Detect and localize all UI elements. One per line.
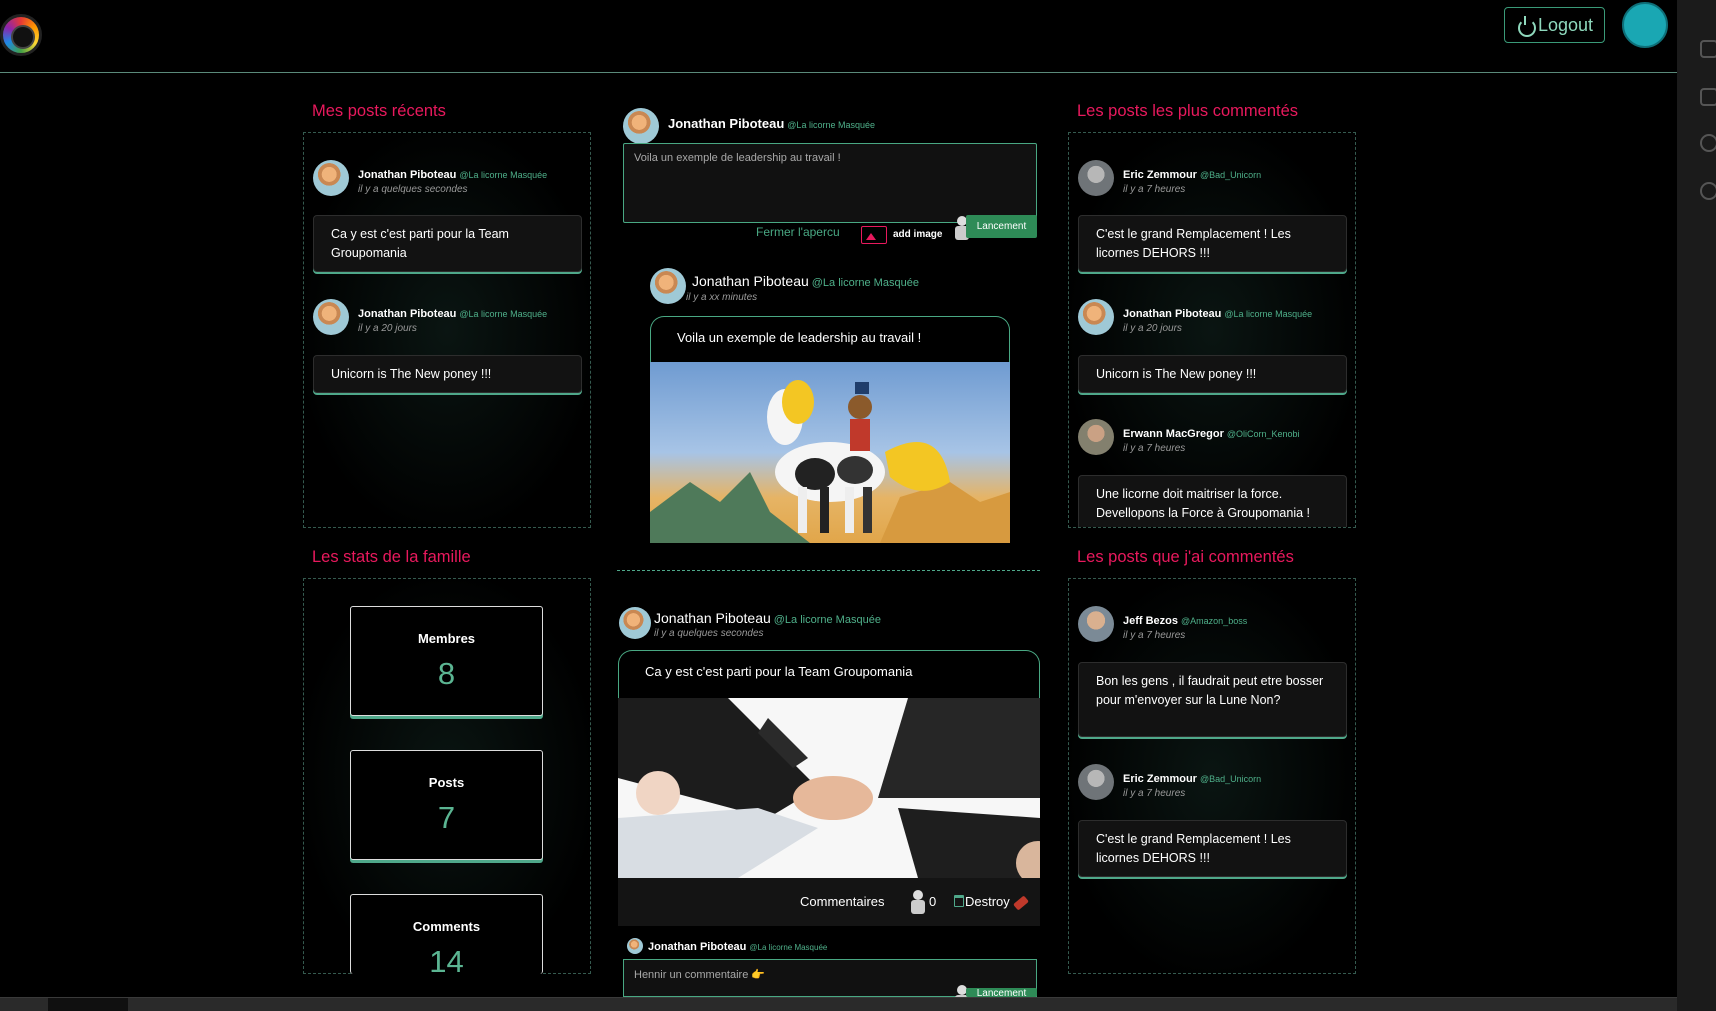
author-handle: @La licorne Masquée [459, 170, 548, 180]
author-name: Jonathan Piboteau [358, 308, 457, 320]
stats-title: Les stats de la famille [312, 548, 471, 566]
stat-label: Posts [428, 775, 465, 790]
bottom-tab[interactable] [48, 998, 128, 1011]
author-name: Jeff Bezos [1123, 615, 1179, 627]
post-time: il y a quelques secondes [654, 628, 764, 639]
author-name: Jonathan Piboteau [648, 941, 747, 953]
post-card[interactable]: C'est le grand Remplacement ! Les licorn… [1078, 820, 1347, 877]
comment-author: Jonathan Piboteau @La licorne Masquée [627, 937, 827, 955]
post-time: il y a xx minutes [686, 292, 758, 303]
author-name: Jonathan Piboteau [1123, 308, 1222, 320]
post-card[interactable]: Bon les gens , il faudrait peut etre bos… [1078, 662, 1347, 737]
avatar [1078, 299, 1114, 335]
post-time: il y a 20 jours [358, 323, 417, 334]
most-commented-title: Les posts les plus commentés [1077, 102, 1299, 120]
stat-value: 7 [437, 800, 456, 835]
author-name: Jonathan Piboteau [358, 169, 457, 181]
stat-label: Membres [417, 631, 476, 646]
author-name: Eric Zemmour [1123, 169, 1197, 181]
launch-button[interactable]: Lancement [966, 215, 1037, 238]
unicorn-like-icon[interactable] [909, 890, 927, 914]
destroy-button[interactable]: Destroy [965, 894, 1010, 909]
avatar [650, 268, 686, 304]
comment-launch-button[interactable]: Lancement [966, 988, 1037, 997]
author-handle: @Bad_Unicorn [1199, 170, 1262, 180]
add-image-label[interactable]: add image [893, 229, 942, 240]
avatar [1078, 419, 1114, 455]
my-comments-title: Les posts que j'ai commentés [1077, 548, 1294, 566]
image-icon[interactable] [861, 226, 887, 244]
avatar [1078, 606, 1114, 642]
preview-post-text: Voila un exemple de leadership au travai… [650, 316, 1010, 362]
avatar [623, 108, 659, 144]
post-time: il y a 7 heures [1123, 630, 1186, 641]
post-time: il y a 7 heures [1123, 184, 1186, 195]
stat-card-posts: Posts 7 [350, 750, 543, 860]
avatar [313, 299, 349, 335]
composer-author: Jonathan Piboteau @La licorne Masquée [623, 108, 875, 144]
avatar [1078, 764, 1114, 800]
post-time: il y a 7 heures [1123, 443, 1186, 454]
trash-icon[interactable] [954, 895, 964, 907]
feed-post-text: Ca y est c'est parti pour la Team Groupo… [618, 650, 1040, 698]
author-handle: @Bad_Unicorn [1199, 774, 1262, 784]
stat-card-comments: Comments 14 [350, 894, 543, 979]
puzzle-icon[interactable] [1700, 40, 1716, 58]
author-handle: @La licorne Masquée [773, 614, 881, 626]
feed-divider [617, 570, 1040, 571]
stat-value: 8 [437, 656, 456, 691]
post-image-team-hands [618, 698, 1040, 878]
post-author: Jonathan Piboteau @La licorne Masquée [313, 299, 547, 335]
post-time: il y a 20 jours [1123, 323, 1182, 334]
avatar [1078, 160, 1114, 196]
author-name: Erwann MacGregor [1123, 428, 1224, 440]
dynamite-icon [1013, 895, 1029, 911]
close-preview-link[interactable]: Fermer l'apercu [756, 225, 840, 239]
comments-label[interactable]: Commentaires [800, 894, 885, 909]
post-card[interactable]: Une licorne doit maitriser la force. Dev… [1078, 475, 1347, 527]
post-card[interactable]: Unicorn is The New poney !!! [313, 355, 582, 393]
logout-button[interactable]: Logout [1504, 7, 1605, 43]
avatar [619, 607, 651, 639]
bolt-icon[interactable] [1700, 182, 1716, 200]
user-avatar[interactable] [1622, 2, 1668, 48]
author-name: Jonathan Piboteau [668, 116, 785, 131]
post-textarea[interactable]: Voila un exemple de leadership au travai… [623, 143, 1037, 223]
post-footer: Commentaires 0 Destroy [618, 878, 1040, 926]
notion-icon[interactable] [1700, 134, 1716, 152]
author-handle: @OliCorn_Kenobi [1226, 429, 1300, 439]
recent-posts-title: Mes posts récents [312, 102, 446, 120]
post-time: il y a 7 heures [1123, 788, 1186, 799]
globe-logo-icon[interactable] [0, 14, 42, 56]
top-header: Logout [0, 0, 1677, 73]
like-count: 0 [929, 894, 937, 909]
avatar [627, 938, 643, 954]
avatar [313, 160, 349, 196]
bottom-devtools-strip [0, 997, 1677, 1011]
author-name: Eric Zemmour [1123, 773, 1197, 785]
author-handle: @Amazon_boss [1181, 616, 1248, 626]
post-image-yakari [650, 362, 1010, 543]
post-card[interactable]: Ca y est c'est parti pour la Team Groupo… [313, 215, 582, 272]
author-handle: @La licorne Masquée [459, 309, 548, 319]
post-author: Erwann MacGregor @OliCorn_Kenobi [1078, 419, 1300, 455]
stat-label: Comments [412, 919, 481, 934]
author-handle: @La licorne Masquée [787, 120, 875, 130]
post-time: il y a quelques secondes [358, 184, 468, 195]
author-handle: @La licorne Masquée [1224, 309, 1313, 319]
post-author: Jonathan Piboteau @La licorne Masquée [1078, 299, 1312, 335]
author-handle: @La licorne Masquée [811, 277, 919, 289]
stat-value: 14 [429, 944, 464, 979]
author-name: Jonathan Piboteau [692, 273, 809, 289]
stat-card-members: Membres 8 [350, 606, 543, 716]
post-card[interactable]: Unicorn is The New poney !!! [1078, 355, 1347, 393]
post-card[interactable]: C'est le grand Remplacement ! Les licorn… [1078, 215, 1347, 272]
layout-icon[interactable] [1700, 88, 1716, 106]
author-handle: @La licorne Masquée [749, 943, 828, 952]
power-icon [1516, 16, 1536, 37]
logout-label: Logout [1537, 14, 1594, 35]
author-name: Jonathan Piboteau [654, 610, 771, 626]
